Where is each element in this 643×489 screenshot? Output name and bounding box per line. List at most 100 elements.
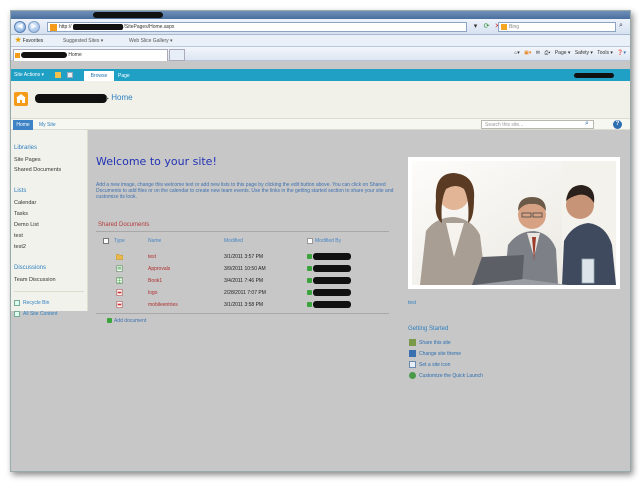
- site-image: [408, 157, 620, 289]
- set-site-icon-link[interactable]: Set a site icon: [409, 361, 451, 368]
- dropdown-icon[interactable]: ▾: [471, 22, 480, 31]
- ql-item-test2[interactable]: test2: [14, 244, 26, 250]
- ql-item-calendar[interactable]: Calendar: [14, 200, 36, 206]
- recycle-bin-link[interactable]: Recycle Bin: [14, 300, 49, 306]
- row-modified: 3/1/2011 3:57 PM: [224, 254, 264, 260]
- help-icon[interactable]: ?: [613, 120, 622, 129]
- row-name[interactable]: mobileentries: [148, 302, 178, 308]
- redacted-user: [313, 289, 351, 296]
- change-theme-label: Change site theme: [419, 351, 461, 357]
- column-header-modified-by-label: Modified By: [315, 238, 342, 244]
- folder-icon: [116, 254, 123, 260]
- page-favicon-icon: [50, 24, 57, 31]
- star-icon: ★: [15, 37, 22, 44]
- ql-heading-lists[interactable]: Lists: [14, 188, 26, 194]
- search-placeholder: Bing: [509, 24, 520, 30]
- change-theme-link[interactable]: Change site theme: [409, 350, 461, 357]
- search-button-icon[interactable]: ⌕: [619, 22, 623, 30]
- presence-icon: [307, 266, 312, 271]
- row-modified: 3/9/2011 10:50 AM: [224, 266, 266, 272]
- column-header-name[interactable]: Name: [148, 238, 161, 244]
- breadcrumb-arrow-icon: ▸: [106, 96, 110, 102]
- favorites-button[interactable]: ★ Favorites: [15, 35, 43, 47]
- ql-separator: [14, 291, 84, 292]
- set-site-icon-label: Set a site icon: [419, 362, 451, 368]
- row-name[interactable]: Book1: [148, 278, 162, 284]
- ql-item-demo-list[interactable]: Demo List: [14, 222, 39, 228]
- back-button[interactable]: ◀: [14, 21, 26, 33]
- share-site-link[interactable]: Share this site: [409, 339, 451, 346]
- ribbon-tab-page[interactable]: Page: [118, 71, 130, 81]
- command-tools[interactable]: Tools ▾: [597, 50, 613, 56]
- all-site-content-link[interactable]: All Site Content: [14, 311, 57, 317]
- site-actions-menu[interactable]: Site Actions ▾: [14, 72, 44, 78]
- doclib-title[interactable]: Shared Documents: [98, 222, 149, 228]
- top-navigation: Home My Site Search this site... ⌕ ?: [11, 118, 630, 130]
- column-header-modified[interactable]: Modified: [224, 238, 243, 244]
- pdf-icon: [116, 301, 123, 308]
- presence-icon: [307, 254, 312, 259]
- home-icon[interactable]: ⌂▾: [514, 50, 520, 56]
- spreadsheet-icon: [116, 277, 123, 284]
- row-name[interactable]: logo: [148, 290, 157, 296]
- ql-item-shared-documents[interactable]: Shared Documents: [14, 167, 61, 173]
- favorites-bar: ★ Favorites Suggested Sites ▾ Web Slice …: [11, 35, 630, 47]
- site-logo-icon[interactable]: [14, 92, 28, 106]
- search-input[interactable]: Bing: [498, 22, 616, 32]
- command-page[interactable]: Page ▾: [555, 50, 571, 56]
- command-safety[interactable]: Safety ▾: [575, 50, 593, 56]
- ribbon-tab-browse[interactable]: Browse: [84, 71, 114, 81]
- url-suffix: /SitePages/Home.aspx: [123, 24, 175, 30]
- redacted-site-title[interactable]: [35, 94, 107, 103]
- url-input[interactable]: http:// /SitePages/Home.aspx: [47, 22, 467, 32]
- row-name[interactable]: Approvals: [148, 266, 170, 272]
- tab-bar: Home ⌂▾ ▣▾ ✉ ⎙▾ Page ▾ Safety ▾ Tools ▾ …: [11, 47, 630, 61]
- command-bar: ⌂▾ ▣▾ ✉ ⎙▾ Page ▾ Safety ▾ Tools ▾ ❓▾: [511, 50, 626, 56]
- site-icon-icon: [409, 361, 416, 368]
- row-name[interactable]: test: [148, 254, 156, 260]
- site-search-input[interactable]: Search this site...: [481, 120, 594, 129]
- ql-item-tasks[interactable]: Tasks: [14, 211, 28, 217]
- redacted-user-menu[interactable]: [574, 73, 614, 78]
- redacted-user: [313, 253, 351, 260]
- forward-button[interactable]: ▶: [28, 21, 40, 33]
- nav-tab-home[interactable]: Home: [13, 120, 33, 130]
- presence-icon: [307, 278, 312, 283]
- select-all-checkbox[interactable]: [103, 238, 109, 244]
- new-tab-button[interactable]: [169, 49, 185, 61]
- document-icon: [116, 265, 123, 272]
- ql-heading-libraries[interactable]: Libraries: [14, 145, 37, 151]
- theme-icon: [409, 350, 416, 357]
- ql-heading-discussions[interactable]: Discussions: [14, 265, 46, 271]
- add-document-link[interactable]: Add document: [107, 318, 146, 324]
- recycle-bin-icon: [14, 300, 20, 306]
- redacted-tab-title: [21, 51, 67, 58]
- row-modified: 3/4/2011 7:46 PM: [224, 278, 264, 284]
- search-icon[interactable]: ⌕: [585, 120, 589, 128]
- redacted-host: [72, 23, 123, 30]
- mail-icon[interactable]: ✉: [536, 50, 540, 56]
- web-slice-gallery-link[interactable]: Web Slice Gallery ▾: [129, 35, 173, 47]
- nav-tab-my-site[interactable]: My Site: [39, 120, 56, 130]
- edit-page-icon[interactable]: [67, 72, 73, 78]
- quick-launch: Libraries Site Pages Shared Documents Li…: [11, 130, 88, 317]
- print-icon[interactable]: ⎙▾: [544, 50, 550, 56]
- ql-item-team-discussion[interactable]: Team Discussion: [14, 277, 56, 283]
- refresh-icon[interactable]: ⟳: [482, 22, 491, 31]
- pdf-icon: [116, 289, 123, 296]
- help-menu-icon[interactable]: ❓▾: [617, 50, 626, 56]
- photo-caption: test: [408, 300, 417, 306]
- ql-item-site-pages[interactable]: Site Pages: [14, 157, 41, 163]
- column-header-type[interactable]: Type: [114, 238, 125, 244]
- navigate-up-icon[interactable]: [55, 72, 61, 78]
- ql-item-test[interactable]: test: [14, 233, 23, 239]
- add-document-label: Add document: [114, 318, 147, 324]
- browser-tab-home[interactable]: Home: [13, 49, 168, 61]
- suggested-sites-link[interactable]: Suggested Sites ▾: [63, 35, 103, 47]
- page-title: Welcome to your site!: [96, 155, 217, 168]
- feeds-icon[interactable]: ▣▾: [524, 50, 531, 56]
- address-bar: ◀ ▶ http:///SitePages/Home.aspx ▾⟳✕ Bing…: [11, 19, 630, 35]
- column-header-modified-by[interactable]: Modified By: [307, 238, 341, 244]
- main-content: Welcome to your site! Add a new image, c…: [89, 130, 630, 471]
- customize-quick-launch-link[interactable]: Customize the Quick Launch: [409, 372, 483, 379]
